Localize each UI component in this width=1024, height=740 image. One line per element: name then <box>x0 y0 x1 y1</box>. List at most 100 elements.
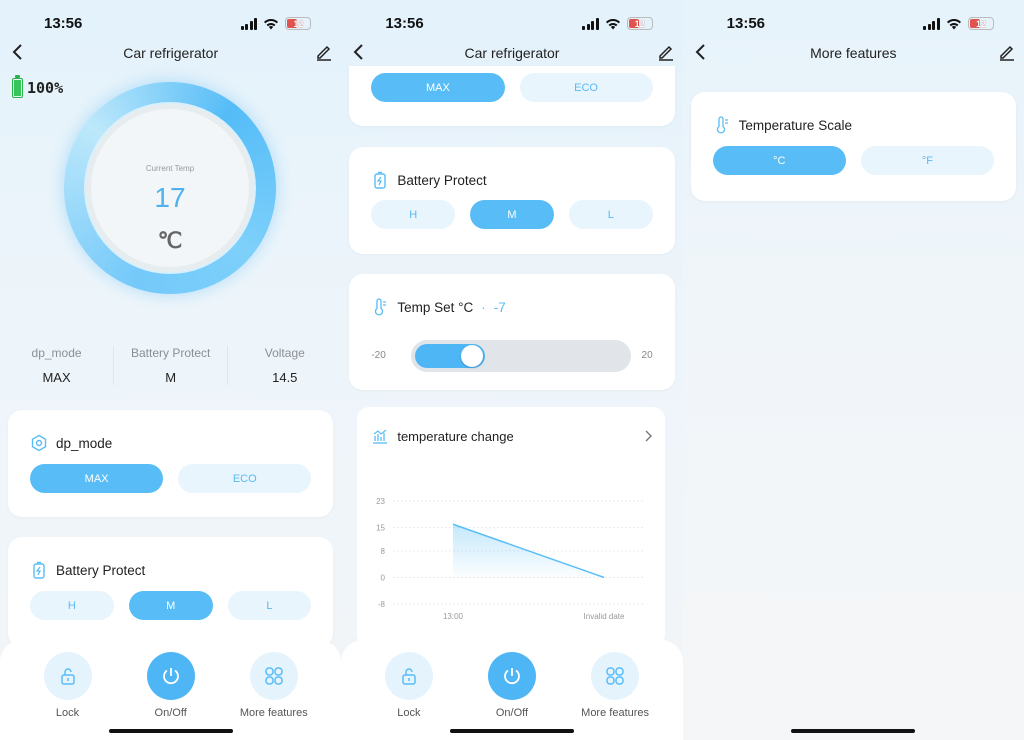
dp-mode-eco-button[interactable]: ECO <box>178 464 312 493</box>
chart-x-tick-label: Invalid date <box>584 612 625 621</box>
status-bar: 13:56 12 <box>0 14 341 34</box>
chart-x-tick-label: 13:00 <box>443 612 464 621</box>
power-icon <box>504 668 520 685</box>
more-features-label: More features <box>239 707 308 719</box>
battery-protect-h-button[interactable]: H <box>371 200 456 229</box>
dp-mode-card: MAX ECO <box>349 66 675 126</box>
edit-icon[interactable] <box>315 42 333 62</box>
battery-icon: 12 <box>285 17 312 30</box>
dp-mode-max-button[interactable]: MAX <box>30 464 164 493</box>
cellular-signal-icon <box>923 17 940 30</box>
battery-protect-title: Battery Protect <box>56 562 146 578</box>
battery-icon: 12 <box>626 17 653 30</box>
screen-car-refrigerator-scrolled: 13:56 12 Car refrigerator MAX ECO Batter… <box>341 0 683 740</box>
temperature-change-title: temperature change <box>397 428 514 444</box>
status-bar: 13:56 12 <box>341 14 682 34</box>
grid-icon <box>606 667 624 685</box>
power-label: On/Off <box>154 707 187 719</box>
lock-icon <box>402 668 416 685</box>
nav-bar: Car refrigerator <box>0 42 341 64</box>
cellular-signal-icon <box>582 17 599 30</box>
wifi-icon <box>264 18 279 29</box>
power-label: On/Off <box>495 707 529 719</box>
status-time: 13:56 <box>44 15 83 32</box>
current-temp-dial: Current Temp 17 ℃ <box>64 82 276 294</box>
temp-set-value: -7 <box>493 299 506 315</box>
temp-set-max: 20 <box>641 350 653 361</box>
hexagon-settings-icon <box>31 434 47 452</box>
lock-button[interactable]: Lock <box>364 640 454 740</box>
edit-icon[interactable] <box>998 42 1016 62</box>
status-time: 13:56 <box>726 15 766 32</box>
chart-y-tick-label: 23 <box>376 497 385 506</box>
wifi-icon <box>946 18 961 29</box>
more-features-button[interactable]: More features <box>570 640 660 740</box>
thermometer-icon <box>375 298 387 316</box>
temp-set-slider[interactable] <box>411 340 632 372</box>
power-button[interactable]: On/Off <box>126 640 216 740</box>
temperature-scale-card: Temperature Scale °C °F <box>690 92 1016 201</box>
more-features-label: More features <box>581 707 650 719</box>
battery-protect-h-button[interactable]: H <box>30 591 114 620</box>
device-battery-indicator: 100% <box>12 75 64 98</box>
stat-value: M <box>165 370 177 385</box>
chevron-right-icon <box>645 430 652 442</box>
fahrenheit-button[interactable]: °F <box>860 146 994 175</box>
current-temp-label: Current Temp <box>145 164 195 173</box>
temp-unit: ℃ <box>157 228 183 253</box>
chart-y-tick-label: 8 <box>381 547 386 556</box>
battery-protect-m-button[interactable]: M <box>128 591 213 620</box>
battery-protect-l-button[interactable]: L <box>227 591 312 620</box>
temp-set-min: -20 <box>371 350 386 361</box>
battery-icon: 12 <box>967 17 994 30</box>
temperature-scale-title: Temperature Scale <box>738 117 852 133</box>
battery-protect-title: Battery Protect <box>397 172 487 188</box>
dp-mode-max-button[interactable]: MAX <box>371 73 505 102</box>
temp-set-title: Temp Set °C <box>397 299 474 315</box>
screen-car-refrigerator-main: 13:56 12 Car refrigerator 100% Current T… <box>0 0 342 740</box>
wifi-icon <box>605 18 620 29</box>
temperature-chart: 23 15 8 0 -8 13:00 Invalid date <box>376 497 645 621</box>
chart-y-tick-label: 0 <box>381 573 386 582</box>
stat-label: dp_mode <box>31 346 82 360</box>
stat-dp-mode: dp_mode MAX <box>0 346 113 385</box>
stat-label: Voltage <box>264 346 305 360</box>
thermometer-icon <box>716 116 728 134</box>
page-title: Car refrigerator <box>464 45 560 61</box>
edit-icon[interactable] <box>657 42 675 62</box>
dp-mode-eco-button[interactable]: ECO <box>519 73 653 102</box>
temp-set-card: Temp Set °C · -7 -20 20 <box>349 274 675 390</box>
battery-percent: 100% <box>27 79 64 97</box>
power-button[interactable]: On/Off <box>467 640 557 740</box>
battery-protect-l-button[interactable]: L <box>568 200 653 229</box>
status-time: 13:56 <box>385 15 424 32</box>
home-indicator <box>108 729 233 733</box>
dp-mode-card: dp_mode MAX ECO <box>8 410 334 517</box>
page-title: More features <box>810 45 897 61</box>
status-bar: 13:56 12 <box>683 14 1024 34</box>
lock-button[interactable]: Lock <box>23 640 113 740</box>
chart-y-tick-label: 15 <box>376 524 385 533</box>
stat-value: MAX <box>42 370 71 385</box>
nav-bar: More features <box>683 42 1024 64</box>
more-features-button[interactable]: More features <box>229 640 319 740</box>
battery-protect-card: Battery Protect H M L <box>8 537 334 647</box>
temperature-change-card[interactable]: temperature change 23 15 8 0 -8 13:00 Invalid … <box>357 407 665 647</box>
grid-icon <box>265 667 283 685</box>
cellular-signal-icon <box>240 17 258 30</box>
stat-voltage: Voltage 14.5 <box>227 346 341 385</box>
chart-icon <box>373 429 388 444</box>
celsius-button[interactable]: °C <box>712 146 846 175</box>
nav-bar: Car refrigerator <box>341 42 682 64</box>
stat-label: Battery Protect <box>130 346 211 360</box>
battery-bolt-icon <box>374 171 387 189</box>
lock-icon <box>60 668 75 685</box>
lock-label: Lock <box>55 707 80 719</box>
power-icon <box>162 668 179 685</box>
battery-protect-card: Battery Protect H M L <box>349 147 675 254</box>
home-indicator <box>791 729 916 733</box>
chart-y-tick-label: -8 <box>378 600 386 609</box>
stats-row: dp_mode MAX Battery Protect M Voltage 14.5 <box>0 346 341 385</box>
battery-protect-m-button[interactable]: M <box>470 200 554 229</box>
bottom-nav: Lock On/Off More features <box>0 640 342 740</box>
